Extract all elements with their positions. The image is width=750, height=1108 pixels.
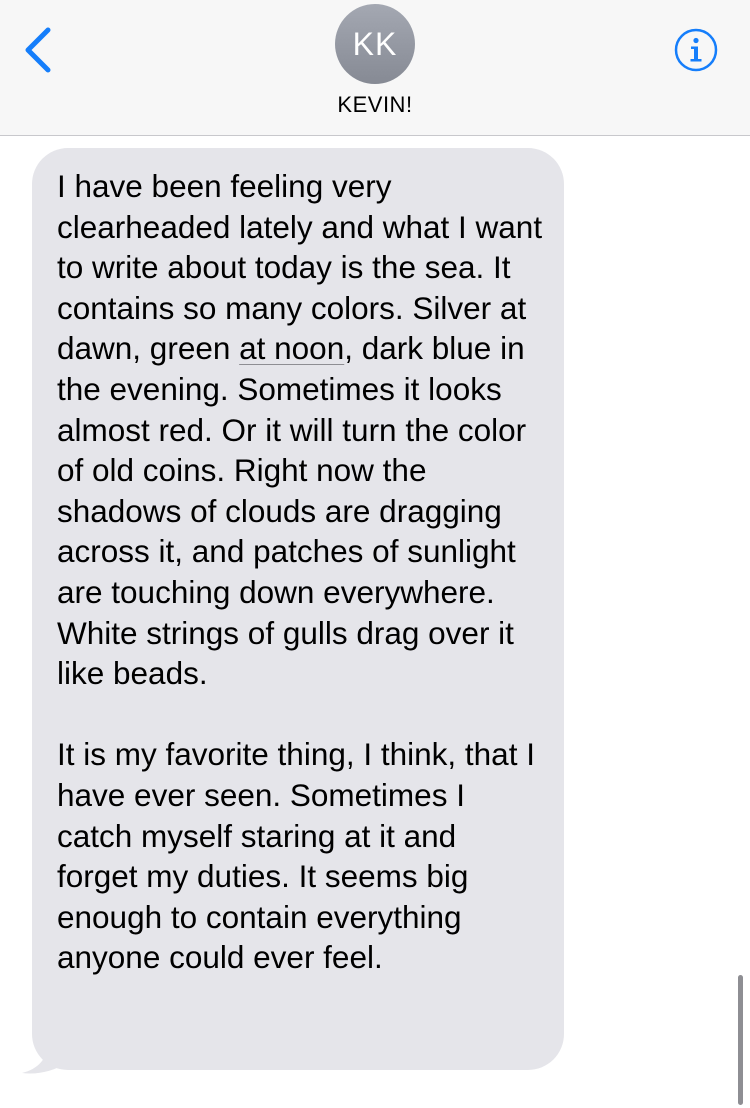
conversation-header: KK KEVIN!: [0, 0, 750, 136]
info-button[interactable]: [674, 28, 718, 72]
back-button[interactable]: [18, 22, 62, 78]
contact-name[interactable]: KEVIN!: [0, 92, 750, 118]
chevron-left-icon: [25, 27, 51, 73]
avatar[interactable]: KK: [335, 4, 415, 84]
time-link[interactable]: at noon: [239, 330, 344, 366]
scroll-indicator[interactable]: [738, 975, 743, 1105]
message-text-continued: , dark blue in the evening. Sometimes it…: [57, 330, 535, 976]
avatar-initials: KK: [352, 25, 398, 62]
message-bubble-incoming[interactable]: I have been feeling very clearheaded lat…: [32, 148, 564, 1070]
message-thread: I have been feeling very clearheaded lat…: [0, 137, 750, 1108]
info-circle-icon: [674, 28, 718, 72]
